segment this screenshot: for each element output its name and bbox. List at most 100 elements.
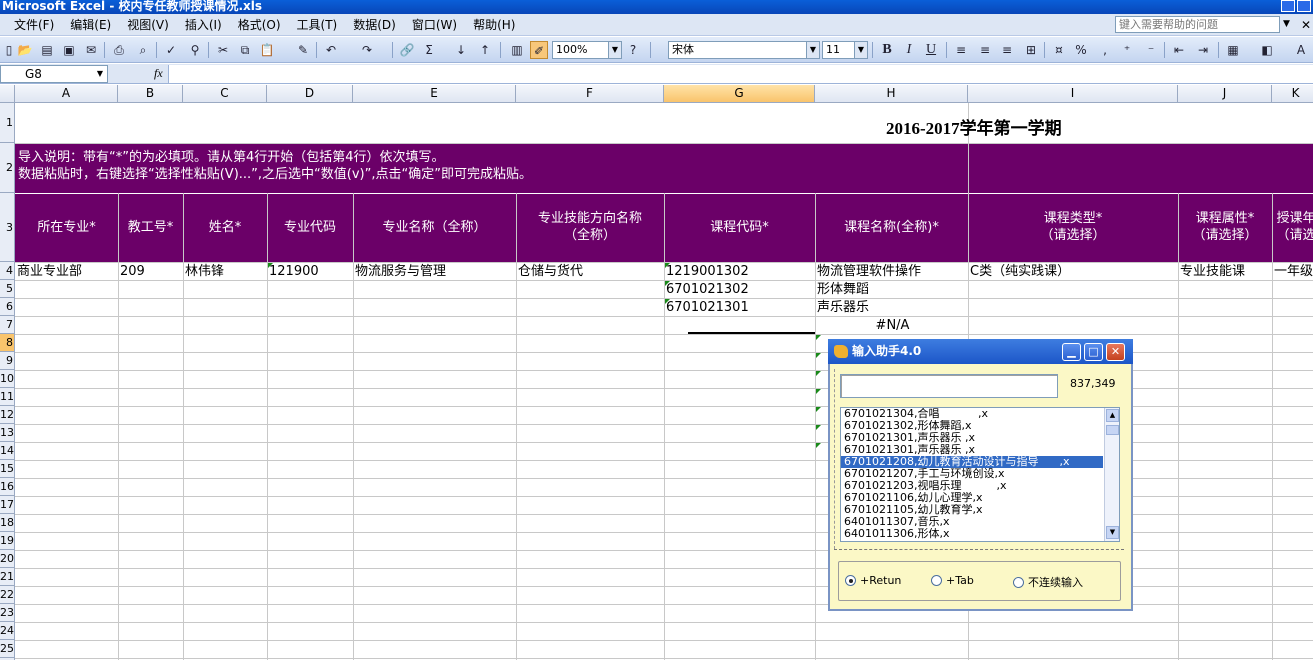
suggestion-item[interactable]: 6701021203,视唱乐理 ,x [841, 480, 1103, 492]
dialog-minimize-button[interactable]: ▁ [1062, 343, 1081, 361]
suggestion-item[interactable]: 6701021207,手工与环境创设,x [841, 468, 1103, 480]
sort-ascending-icon[interactable]: ↓ [452, 41, 470, 59]
row-header-1[interactable]: 1 [0, 103, 15, 143]
option-return[interactable]: +Retun [845, 574, 901, 587]
increase-decimal-icon[interactable]: ⁺ [1118, 41, 1136, 59]
table-cell[interactable]: 物流管理软件操作 [815, 263, 968, 280]
table-cell[interactable]: 商业专业部 [15, 263, 118, 280]
input-helper-dialog[interactable]: 输入助手4.0 ▁ □ ✕ 837,349 6701021304,合唱 ,x 67… [828, 339, 1133, 611]
radio-discontinuous[interactable] [1013, 576, 1024, 588]
save-icon[interactable]: ▤ [38, 41, 56, 59]
name-box-dropdown-icon[interactable]: ▼ [97, 66, 103, 82]
autosum-icon[interactable]: Σ [420, 41, 438, 59]
font-select[interactable]: 宋体 ▼ [668, 41, 820, 59]
open-icon[interactable]: 📂 [16, 41, 34, 59]
dialog-title-bar[interactable]: 输入助手4.0 ▁ □ ✕ [828, 339, 1133, 364]
bold-button[interactable]: B [878, 41, 896, 59]
row-header-21[interactable]: 21 [0, 568, 15, 586]
menu-format[interactable]: 格式(O) [230, 15, 289, 35]
hyperlink-icon[interactable]: 🔗 [398, 41, 416, 59]
currency-icon[interactable]: ¤ [1050, 41, 1068, 59]
table-cell[interactable]: 一年级 [1272, 263, 1313, 280]
suggestion-item[interactable]: 6401011306,形体,x [841, 528, 1103, 540]
column-header-b[interactable]: B [118, 85, 183, 103]
fill-color-icon[interactable]: ◧ [1258, 41, 1276, 59]
table-cell[interactable]: 仓储与货代 [516, 263, 664, 280]
option-discontinuous[interactable]: 不连续输入 [1013, 574, 1083, 590]
suggestion-item[interactable]: 6701021301,声乐器乐 ,x [841, 432, 1103, 444]
column-header-f[interactable]: F [516, 85, 664, 103]
row-header-14[interactable]: 14 [0, 442, 15, 460]
menu-view[interactable]: 视图(V) [119, 15, 177, 35]
drawing-icon[interactable]: ✐ [530, 41, 548, 59]
cut-icon[interactable]: ✂ [214, 41, 232, 59]
scroll-up-icon[interactable]: ▲ [1106, 409, 1119, 422]
table-cell[interactable]: 209 [118, 263, 183, 280]
zoom-dropdown-icon[interactable]: ▼ [608, 42, 621, 58]
table-cell[interactable]: 6701021302 [664, 281, 815, 298]
table-cell[interactable]: 1219001302 [664, 263, 815, 280]
increase-indent-icon[interactable]: ⇥ [1194, 41, 1212, 59]
row-header-25[interactable]: 25 [0, 640, 15, 658]
help-search-input[interactable]: 键入需要帮助的问题 [1115, 16, 1293, 33]
select-all-corner[interactable] [0, 85, 15, 103]
decrease-indent-icon[interactable]: ⇤ [1170, 41, 1188, 59]
menu-insert[interactable]: 插入(I) [177, 15, 230, 35]
undo-icon[interactable]: ↶ [322, 41, 340, 59]
suggestion-item[interactable]: 6701021304,合唱 ,x [841, 408, 1103, 420]
suggestion-item[interactable]: 6701021302,形体舞蹈,x [841, 420, 1103, 432]
column-header-k[interactable]: K [1272, 85, 1313, 103]
menu-tools[interactable]: 工具(T) [289, 15, 346, 35]
column-header-i[interactable]: I [968, 85, 1178, 103]
suggestion-item[interactable]: 6701021208,幼儿教育活动设计与指导 ,x [841, 456, 1103, 468]
menu-help[interactable]: 帮助(H) [465, 15, 523, 35]
help-icon[interactable]: ? [624, 41, 642, 59]
formula-input[interactable] [168, 65, 1313, 83]
help-dropdown-icon[interactable]: ▼ [1279, 16, 1293, 33]
row-header-13[interactable]: 13 [0, 424, 15, 442]
print-preview-icon[interactable]: ⌕ [134, 41, 152, 59]
borders-icon[interactable]: ▦ [1224, 41, 1242, 59]
suggestion-item[interactable]: 6701021301,声乐器乐 ,x [841, 444, 1103, 456]
row-header-22[interactable]: 22 [0, 586, 15, 604]
row-header-2[interactable]: 2 [0, 143, 15, 193]
row-header-24[interactable]: 24 [0, 622, 15, 640]
suggestion-item[interactable]: 6701021106,幼儿心理学,x [841, 492, 1103, 504]
sort-descending-icon[interactable]: ↑ [476, 41, 494, 59]
row-header-6[interactable]: 6 [0, 298, 15, 316]
menu-edit[interactable]: 编辑(E) [62, 15, 119, 35]
row-header-5[interactable]: 5 [0, 280, 15, 298]
row-header-17[interactable]: 17 [0, 496, 15, 514]
suggestion-item[interactable]: 6401011307,音乐,x [841, 516, 1103, 528]
research-icon[interactable]: ⚲ [186, 41, 204, 59]
dialog-maximize-button[interactable]: □ [1084, 343, 1103, 361]
redo-icon[interactable]: ↷ [358, 41, 376, 59]
italic-button[interactable]: I [900, 41, 918, 59]
row-header-20[interactable]: 20 [0, 550, 15, 568]
font-size-select[interactable]: 11 ▼ [822, 41, 868, 59]
row-header-8[interactable]: 8 [0, 334, 15, 352]
list-scrollbar[interactable]: ▲ ▼ [1104, 408, 1119, 541]
column-header-e[interactable]: E [353, 85, 516, 103]
font-dropdown-icon[interactable]: ▼ [806, 42, 819, 58]
menu-file[interactable]: 文件(F) [0, 15, 62, 35]
table-cell[interactable]: 声乐器乐 [815, 299, 968, 316]
copy-icon[interactable]: ⧉ [236, 41, 254, 59]
decrease-decimal-icon[interactable]: ⁻ [1142, 41, 1160, 59]
dialog-suggestion-list[interactable]: 6701021304,合唱 ,x 6701021302,形体舞蹈,x 6701021… [840, 407, 1120, 542]
merge-center-icon[interactable]: ⊞ [1022, 41, 1040, 59]
font-size-dropdown-icon[interactable]: ▼ [854, 42, 867, 58]
column-header-j[interactable]: J [1178, 85, 1272, 103]
row-header-7[interactable]: 7 [0, 316, 15, 334]
column-header-c[interactable]: C [183, 85, 267, 103]
print-icon[interactable]: ⎙ [110, 41, 128, 59]
suggestion-item[interactable]: 6701021105,幼儿教育学,x [841, 504, 1103, 516]
row-header-12[interactable]: 12 [0, 406, 15, 424]
column-header-a[interactable]: A [15, 85, 118, 103]
table-cell[interactable]: 物流服务与管理 [353, 263, 516, 280]
format-painter-icon[interactable]: ✎ [294, 41, 312, 59]
row-header-9[interactable]: 9 [0, 352, 15, 370]
email-icon[interactable]: ✉ [82, 41, 100, 59]
table-cell[interactable]: 6701021301 [664, 299, 815, 316]
row-header-19[interactable]: 19 [0, 532, 15, 550]
